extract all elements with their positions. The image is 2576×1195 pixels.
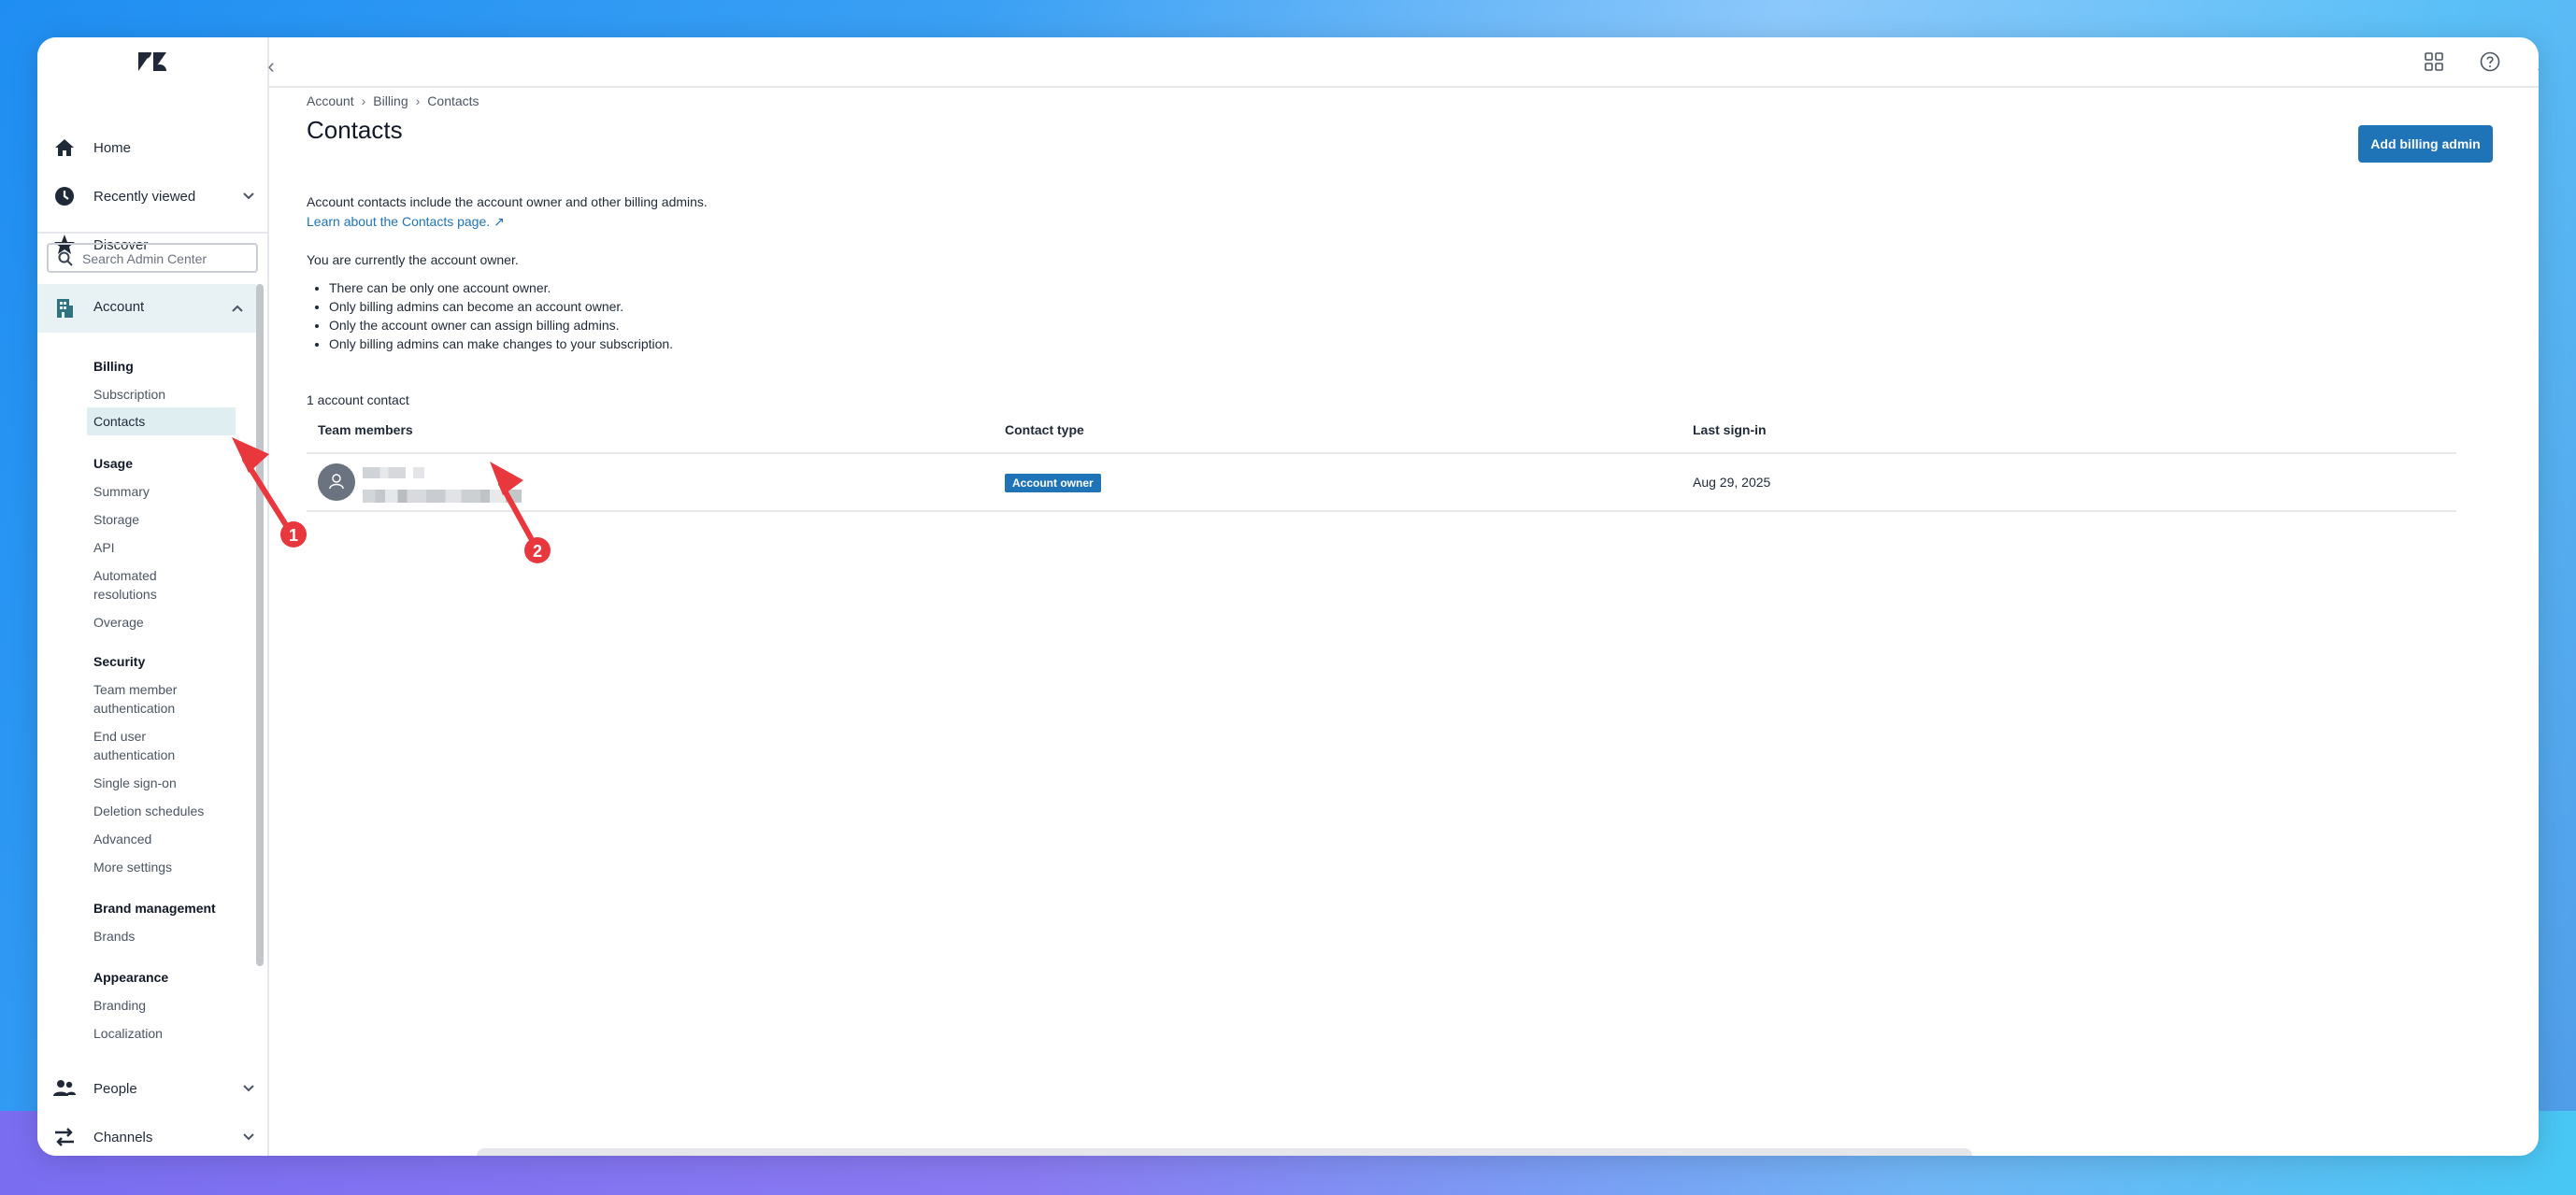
- learn-contacts-link[interactable]: Learn about the Contacts page. ↗: [307, 214, 505, 230]
- column-header-team-members[interactable]: Team members: [318, 422, 413, 437]
- nav-account[interactable]: Account: [37, 284, 256, 333]
- chevron-down-icon[interactable]: [239, 1128, 258, 1146]
- nav-account-label: Account: [93, 299, 145, 315]
- column-header-contact-type[interactable]: Contact type: [1005, 422, 1084, 437]
- sidebar-item-deletion-schedules[interactable]: Deletion schedules: [93, 802, 252, 820]
- add-billing-admin-button[interactable]: Add billing admin: [2358, 125, 2493, 163]
- learn-contacts-link-label: Learn about the Contacts page.: [307, 214, 491, 229]
- sidebar-item-api[interactable]: API: [93, 538, 252, 557]
- sidebar-item-localization[interactable]: Localization: [93, 1024, 252, 1043]
- sidebar-item-brands[interactable]: Brands: [93, 927, 252, 946]
- nav-home-label: Home: [93, 139, 132, 156]
- nav-channels[interactable]: Channels: [37, 1114, 267, 1156]
- breadcrumb-contacts: Contacts: [427, 93, 479, 108]
- last-sign-in-value: Aug 29, 2025: [1693, 475, 1771, 490]
- people-icon: [53, 1080, 76, 1096]
- horizontal-scrollbar[interactable]: [477, 1148, 1972, 1156]
- list-item: Only the account owner can assign billin…: [329, 316, 673, 334]
- group-brand-management: Brand management: [93, 901, 216, 916]
- app-window: ‹ Home Recently viewed Discover Account …: [37, 37, 2539, 1156]
- external-link-icon: ↗: [494, 214, 505, 229]
- user-icon[interactable]: [2535, 50, 2539, 73]
- sidebar-item-contacts[interactable]: Contacts: [87, 407, 236, 435]
- breadcrumb: Account › Billing › Contacts: [307, 93, 479, 108]
- avatar: [318, 463, 355, 501]
- list-item: There can be only one account owner.: [329, 278, 673, 297]
- nav-channels-label: Channels: [93, 1129, 153, 1145]
- channels-icon: [55, 1128, 74, 1146]
- breadcrumb-account[interactable]: Account: [307, 93, 354, 108]
- group-usage: Usage: [93, 456, 134, 471]
- chevron-up-icon[interactable]: [228, 299, 247, 318]
- sidebar-item-more-settings[interactable]: More settings: [93, 858, 252, 876]
- list-item: Only billing admins can become an accoun…: [329, 297, 673, 316]
- owner-rules-list: There can be only one account owner. Onl…: [307, 278, 673, 353]
- home-icon: [55, 139, 74, 156]
- table-row[interactable]: Account owner Aug 29, 2025: [307, 454, 2456, 512]
- contact-count: 1 account contact: [307, 392, 409, 407]
- sidebar-item-automated-resolutions[interactable]: Automated resolutions: [93, 566, 196, 604]
- top-bar: [267, 37, 2539, 88]
- search-input[interactable]: [80, 248, 252, 270]
- group-appearance: Appearance: [93, 970, 169, 985]
- sidebar-item-branding[interactable]: Branding: [93, 996, 252, 1015]
- help-icon[interactable]: [2479, 50, 2501, 73]
- redacted-member-email: [363, 490, 522, 503]
- nav-home[interactable]: Home: [37, 124, 267, 171]
- zendesk-logo-icon[interactable]: [136, 50, 168, 73]
- sidebar-item-advanced[interactable]: Advanced: [93, 830, 252, 848]
- sidebar-item-overage[interactable]: Overage: [93, 613, 252, 632]
- chevron-right-icon: ›: [415, 93, 421, 108]
- sidebar-item-team-member-authentication[interactable]: Team member authentication: [93, 680, 206, 718]
- group-security: Security: [93, 654, 146, 669]
- list-item: Only billing admins can make changes to …: [329, 334, 673, 353]
- chevron-down-icon[interactable]: [239, 1079, 258, 1098]
- search-icon: [58, 251, 73, 266]
- sidebar-item-single-sign-on[interactable]: Single sign-on: [93, 774, 252, 792]
- group-billing: Billing: [93, 359, 134, 374]
- apps-grid-icon[interactable]: [2423, 50, 2445, 73]
- nav-people-label: People: [93, 1080, 137, 1097]
- status-badge: Account owner: [1005, 474, 1101, 492]
- nav-people[interactable]: People: [37, 1065, 267, 1112]
- sidebar-scrollbar[interactable]: [256, 284, 264, 966]
- sidebar: ‹ Home Recently viewed Discover Account …: [37, 37, 275, 1156]
- search-box: [47, 243, 258, 273]
- sidebar-item-summary[interactable]: Summary: [93, 482, 252, 501]
- sidebar-item-subscription[interactable]: Subscription: [93, 385, 252, 404]
- breadcrumb-billing[interactable]: Billing: [373, 93, 408, 108]
- redacted-member-name: [363, 467, 424, 478]
- chevron-right-icon: ›: [361, 93, 366, 108]
- clock-icon: [55, 187, 74, 206]
- nav-recently-viewed-label: Recently viewed: [93, 188, 196, 205]
- page-title: Contacts: [307, 116, 403, 144]
- building-icon: [57, 299, 73, 318]
- sidebar-item-storage[interactable]: Storage: [93, 510, 252, 529]
- sidebar-item-end-user-authentication[interactable]: End user authentication: [93, 727, 196, 764]
- page-description: Account contacts include the account own…: [307, 194, 708, 209]
- nav-recently-viewed[interactable]: Recently viewed: [37, 173, 267, 220]
- sidebar-divider: [37, 232, 267, 234]
- column-header-last-sign-in[interactable]: Last sign-in: [1693, 422, 1767, 437]
- user-avatar-icon: [329, 474, 344, 490]
- chevron-down-icon[interactable]: [239, 187, 258, 206]
- owner-note: You are currently the account owner.: [307, 252, 519, 267]
